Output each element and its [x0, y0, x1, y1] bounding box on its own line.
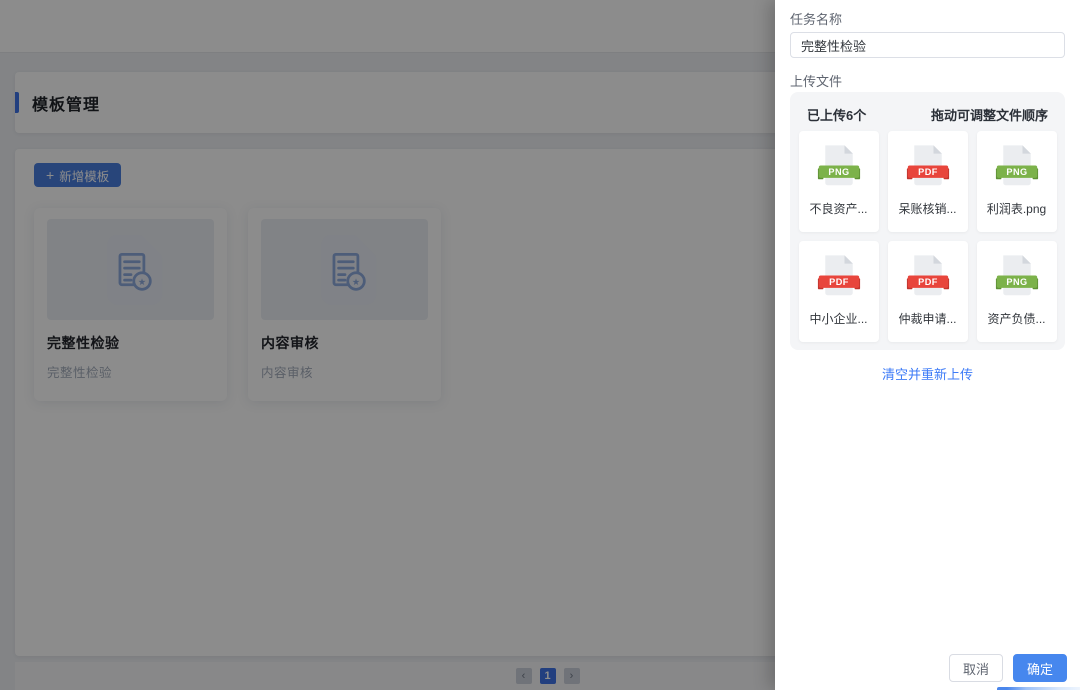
svg-text:PNG: PNG: [1006, 167, 1027, 177]
upload-files-label: 上传文件: [790, 71, 842, 90]
uploaded-file-card[interactable]: PNG 不良资产...: [799, 131, 879, 232]
uploaded-count: 已上传6个: [807, 105, 866, 124]
drawer-footer: 取消 确定: [949, 654, 1067, 682]
file-type-icon: PNG: [995, 142, 1039, 189]
svg-text:PDF: PDF: [918, 167, 938, 177]
file-name: 中小企业...: [809, 310, 867, 327]
confirm-button[interactable]: 确定: [1013, 654, 1067, 682]
task-name-input[interactable]: [790, 32, 1065, 58]
upload-panel-header: 已上传6个 拖动可调整文件顺序: [790, 92, 1065, 124]
svg-text:PNG: PNG: [828, 167, 849, 177]
file-name: 仲裁申请...: [898, 310, 956, 327]
file-name: 呆账核销...: [898, 200, 956, 217]
drag-hint: 拖动可调整文件顺序: [931, 105, 1048, 124]
uploaded-file-card[interactable]: PNG 利润表.png: [977, 131, 1057, 232]
uploaded-file-card[interactable]: PDF 呆账核销...: [888, 131, 968, 232]
uploaded-file-grid: PNG 不良资产... PDF 呆账核销... PNG 利润表.png: [798, 131, 1057, 342]
svg-text:PDF: PDF: [918, 277, 938, 287]
svg-text:PDF: PDF: [829, 277, 849, 287]
file-name: 资产负债...: [987, 310, 1045, 327]
file-name: 利润表.png: [987, 200, 1046, 217]
file-type-icon: PDF: [817, 252, 861, 299]
task-name-label: 任务名称: [790, 9, 842, 28]
file-type-icon: PNG: [817, 142, 861, 189]
svg-text:PNG: PNG: [1006, 277, 1027, 287]
clear-and-reupload-link[interactable]: 清空并重新上传: [775, 364, 1080, 383]
file-type-icon: PDF: [906, 142, 950, 189]
uploaded-file-card[interactable]: PDF 中小企业...: [799, 241, 879, 342]
cancel-button[interactable]: 取消: [949, 654, 1003, 682]
upload-panel: 已上传6个 拖动可调整文件顺序 PNG 不良资产... PDF 呆账核销...: [790, 92, 1065, 350]
file-name: 不良资产...: [809, 200, 867, 217]
uploaded-file-card[interactable]: PDF 仲裁申请...: [888, 241, 968, 342]
file-type-icon: PNG: [995, 252, 1039, 299]
uploaded-file-card[interactable]: PNG 资产负债...: [977, 241, 1057, 342]
edit-task-drawer: 任务名称 上传文件 已上传6个 拖动可调整文件顺序 PNG 不良资产... PD…: [775, 0, 1080, 690]
file-type-icon: PDF: [906, 252, 950, 299]
